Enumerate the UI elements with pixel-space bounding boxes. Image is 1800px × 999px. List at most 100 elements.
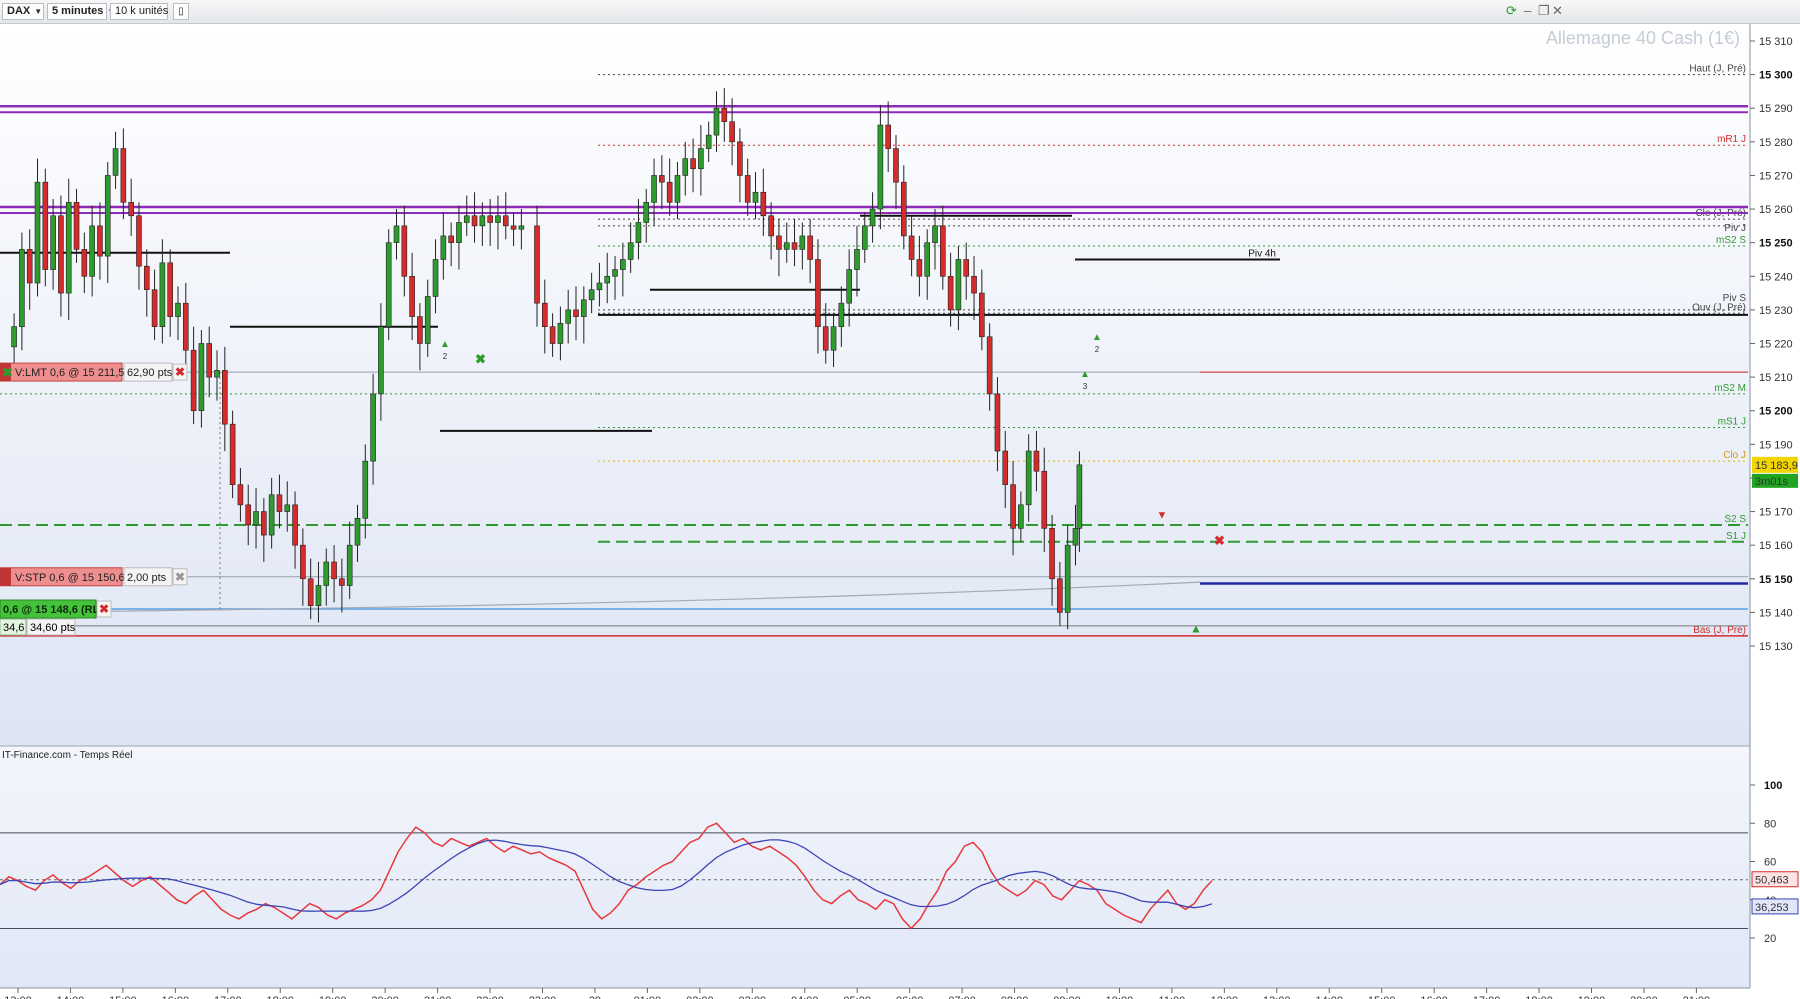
position-pts: 34,60 pts: [30, 622, 76, 634]
y-tick-label: 15 130: [1759, 641, 1793, 653]
level-label: mS2 M: [1714, 383, 1746, 394]
candle-body: [401, 225, 408, 277]
x-tick-label: 11:00: [1159, 995, 1186, 999]
candle-body: [222, 370, 228, 425]
x-tick-label: 13:00: [1263, 995, 1291, 999]
restore-icon[interactable]: ❐: [1538, 3, 1550, 19]
level-label: S1 J: [1726, 531, 1746, 542]
x-tick-label: 09:00: [1053, 995, 1081, 999]
candle-body: [807, 235, 813, 260]
candle-body: [502, 215, 509, 227]
candle-body: [846, 269, 852, 304]
candle-body: [510, 225, 517, 230]
candle-body: [1064, 544, 1071, 613]
candle-body: [581, 299, 587, 317]
x-tick-label: 29: [589, 995, 601, 999]
level-label: S2 S: [1724, 514, 1746, 525]
candle-body: [986, 336, 993, 395]
candle-body: [136, 215, 142, 267]
layout-button[interactable]: ▯: [173, 3, 189, 20]
position-text: 0,6 @ 15 148,6 (RL): [3, 604, 103, 616]
instrument-select[interactable]: DAX ▼: [2, 3, 44, 20]
candle-body: [323, 561, 330, 586]
current-price-label: 15 183,9: [1755, 460, 1798, 472]
candle-body: [1018, 504, 1024, 529]
timeframe-select[interactable]: 5 minutes▼: [47, 3, 115, 20]
candle-body: [276, 494, 283, 512]
level-label: Piv J: [1724, 223, 1746, 234]
candle-body: [307, 578, 314, 606]
chart-area[interactable]: Allemagne 40 Cash (1€) IT-Finance.com - …: [0, 24, 1800, 999]
x-tick-label: 18:00: [266, 995, 294, 999]
candle-body: [339, 578, 345, 586]
order-label[interactable]: V:LMT 0,6 @ 15 211,5 62,90 pts ✖: [0, 362, 188, 382]
x-tick-label: 17:00: [1473, 995, 1501, 999]
y-tick-label: 15 290: [1759, 103, 1793, 115]
y-tick-label: 15 160: [1759, 540, 1793, 552]
instrument-label: DAX: [7, 5, 31, 17]
minimize-icon[interactable]: –: [1524, 3, 1531, 19]
x-tick-label: 14:00: [1315, 995, 1343, 999]
refresh-icon[interactable]: ⟳: [1506, 3, 1517, 19]
price-pane-bg: [0, 24, 1750, 746]
source-label: IT-Finance.com - Temps Réel: [2, 750, 132, 761]
candle-body: [1010, 484, 1016, 529]
level-label: mR1 J: [1717, 134, 1746, 145]
candle-body: [573, 309, 579, 317]
candle-body: [893, 148, 899, 183]
candle-body: [971, 275, 977, 294]
candle-body: [167, 262, 173, 317]
candle-body: [229, 423, 236, 485]
countdown-label: 3m01s: [1755, 476, 1789, 488]
candle-body: [721, 107, 728, 122]
x-tick-label: 17:00: [214, 995, 242, 999]
x-tick-label: 14:00: [57, 995, 85, 999]
level-label: Piv S: [1723, 293, 1747, 304]
candle-body: [565, 309, 572, 324]
candle-body: [877, 124, 884, 210]
candle-body: [206, 343, 213, 378]
candle-body: [1049, 528, 1055, 580]
candle-body: [159, 262, 166, 327]
candle-body: [620, 259, 626, 270]
rsi-tick-label: 80: [1764, 818, 1776, 830]
candle-body: [331, 561, 337, 580]
rsi-tick-label: 100: [1764, 780, 1782, 792]
chevron-down-icon: ▼: [34, 7, 43, 16]
candle-body: [674, 175, 681, 203]
x-tick-label: 21:00: [1683, 995, 1711, 999]
candle-body: [456, 222, 462, 243]
x-tick-label: 19:00: [319, 995, 347, 999]
candle-body: [128, 202, 134, 217]
x-tick-label: 23:00: [529, 995, 557, 999]
candle-body: [42, 181, 49, 270]
y-tick-label: 15 210: [1759, 372, 1793, 384]
x-tick-label: 06:00: [896, 995, 924, 999]
x-tick-label: 19:00: [1578, 995, 1606, 999]
x-tick-label: 22:00: [476, 995, 504, 999]
candle-body: [34, 181, 41, 284]
candle-body: [783, 242, 790, 250]
candle-body: [214, 370, 220, 378]
candle-body: [1002, 450, 1009, 485]
candle-body: [417, 316, 423, 344]
candle-body: [854, 249, 860, 270]
timeframe-label: 5 minutes: [52, 5, 104, 17]
order-label[interactable]: V:STP 0,6 @ 15 150,6 2,00 pts ✖: [0, 567, 188, 587]
candle-body: [65, 202, 72, 294]
y-tick-label: 15 200: [1759, 406, 1793, 418]
units-select[interactable]: 10 k unités▼: [110, 3, 180, 20]
candle-body: [659, 175, 665, 183]
level-label: Ouv (J, Pré): [1692, 302, 1746, 313]
candle-body: [940, 225, 946, 277]
x-tick-label: 05:00: [843, 995, 871, 999]
candle-body: [643, 202, 650, 223]
close-icon[interactable]: ✕: [1552, 3, 1563, 19]
x-axis-ticks: 13:00 14:00 15:00 16:00 17:00 18:00 19:00 20:00…: [4, 988, 1710, 999]
candle-body: [292, 504, 298, 546]
candle-body: [822, 326, 829, 351]
rsi-tick-label: 60: [1764, 857, 1776, 869]
candle-body: [698, 148, 704, 170]
candle-body: [729, 121, 735, 143]
x-tick-label: 20:00: [1630, 995, 1658, 999]
